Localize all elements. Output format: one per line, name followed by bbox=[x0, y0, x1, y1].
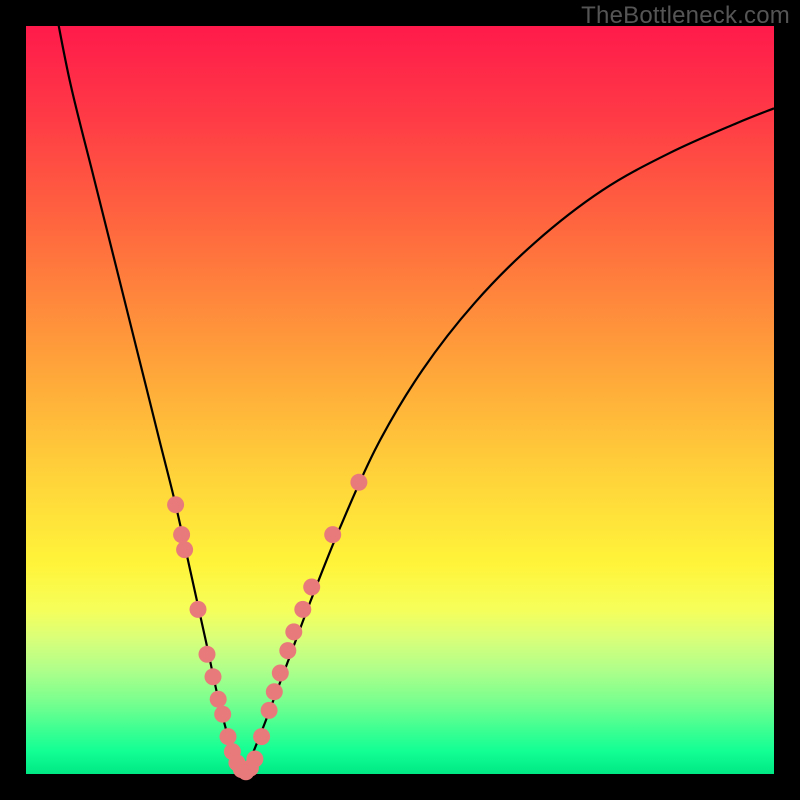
plot-area bbox=[26, 26, 774, 774]
data-point bbox=[272, 665, 289, 682]
data-point bbox=[246, 751, 263, 768]
data-point bbox=[176, 541, 193, 558]
data-point bbox=[190, 601, 207, 618]
data-point bbox=[279, 642, 296, 659]
data-point bbox=[173, 526, 190, 543]
bottleneck-curve bbox=[56, 11, 774, 774]
data-point bbox=[285, 623, 302, 640]
curve-svg bbox=[26, 26, 774, 774]
data-point bbox=[210, 691, 227, 708]
highlighted-dots bbox=[167, 474, 367, 781]
data-point bbox=[214, 706, 231, 723]
chart-frame: TheBottleneck.com bbox=[0, 0, 800, 800]
watermark-text: TheBottleneck.com bbox=[581, 2, 790, 30]
data-point bbox=[199, 646, 216, 663]
data-point bbox=[261, 702, 278, 719]
data-point bbox=[324, 526, 341, 543]
data-point bbox=[294, 601, 311, 618]
data-point bbox=[266, 683, 283, 700]
data-point bbox=[303, 579, 320, 596]
data-point bbox=[167, 496, 184, 513]
data-point bbox=[253, 728, 270, 745]
data-point bbox=[205, 668, 222, 685]
data-point bbox=[350, 474, 367, 491]
data-point bbox=[220, 728, 237, 745]
